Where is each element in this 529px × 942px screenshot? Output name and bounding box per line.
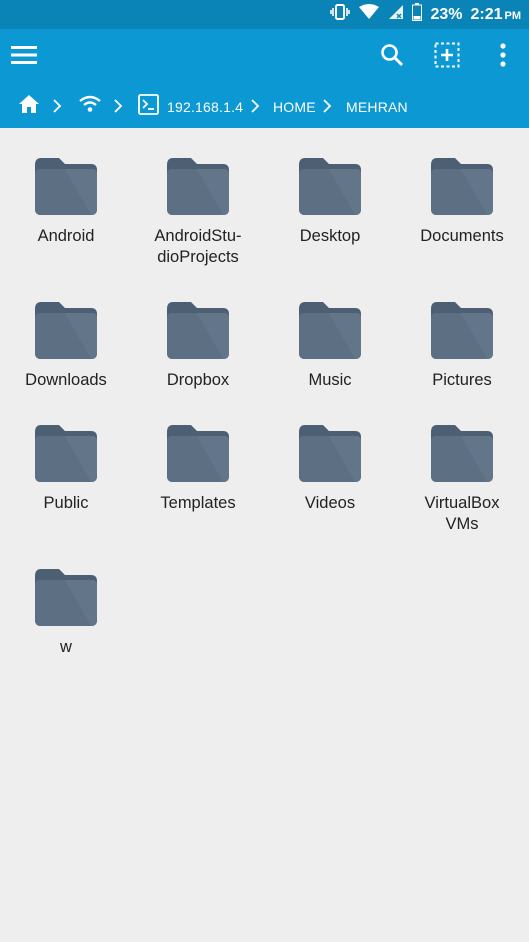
folder-icon xyxy=(35,569,97,626)
folder-name: w xyxy=(60,638,72,656)
battery-percent: 23% xyxy=(430,5,463,23)
more-vert-icon xyxy=(499,42,507,72)
breadcrumb-home[interactable] xyxy=(18,85,40,128)
folder-name: Downloads xyxy=(25,371,107,389)
folder-icon xyxy=(431,158,493,215)
folder-name: Desktop xyxy=(299,227,361,245)
folder-name: Videos xyxy=(304,494,356,512)
vibrate-icon xyxy=(330,4,351,25)
breadcrumb: 192.168.1.4 HOME MEHRAN xyxy=(0,85,529,128)
clock-ampm: PM xyxy=(504,9,522,22)
wifi-signal-icon xyxy=(358,4,380,25)
folder-icon xyxy=(431,425,493,482)
breadcrumb-home-label: HOME xyxy=(273,98,316,115)
battery-icon xyxy=(412,3,423,26)
breadcrumb-home-dir[interactable]: HOME xyxy=(273,85,316,128)
chevron-right-icon xyxy=(113,99,123,118)
clock-time: 2:21 xyxy=(470,5,503,23)
folder-name: Music xyxy=(308,371,352,389)
folder-name: Documents xyxy=(420,227,504,245)
hamburger-menu-icon xyxy=(11,45,37,70)
overflow-menu-button[interactable] xyxy=(479,29,527,85)
chevron-right-icon xyxy=(250,99,260,118)
app-bar xyxy=(0,29,529,85)
folder-name: VirtualBox VMs xyxy=(424,494,500,533)
folder-name: Dropbox xyxy=(166,371,230,389)
folder-icon xyxy=(35,158,97,215)
cell-signal-icon xyxy=(388,4,404,25)
folder-icon xyxy=(167,302,229,359)
terminal-icon xyxy=(138,93,159,120)
breadcrumb-user-label: MEHRAN xyxy=(346,98,408,115)
menu-button[interactable] xyxy=(0,29,48,85)
folder-icon xyxy=(167,425,229,482)
breadcrumb-host-label: 192.168.1.4 xyxy=(167,98,244,115)
select-all-button[interactable] xyxy=(423,29,471,85)
breadcrumb-network[interactable] xyxy=(78,85,102,128)
folder-icon xyxy=(167,158,229,215)
clock: 2:21 PM xyxy=(470,6,521,24)
breadcrumb-host[interactable]: 192.168.1.4 xyxy=(138,85,243,128)
folder-icon xyxy=(431,302,493,359)
chevron-right-icon xyxy=(322,99,332,118)
home-icon xyxy=(18,94,40,119)
folder-name: AndroidStu- dioProjects xyxy=(154,227,242,266)
select-all-icon xyxy=(434,42,460,73)
folder-icon xyxy=(299,425,361,482)
status-bar-right: 23% 2:21 PM xyxy=(330,0,521,29)
status-bar: 23% 2:21 PM xyxy=(0,0,529,29)
folder-icon xyxy=(299,302,361,359)
search-button[interactable] xyxy=(368,29,416,85)
folder-name: Public xyxy=(43,494,89,512)
folder-icon xyxy=(35,425,97,482)
folder-name: Templates xyxy=(160,494,236,512)
breadcrumb-user-dir[interactable]: MEHRAN xyxy=(346,85,408,128)
chevron-right-icon xyxy=(52,99,62,118)
folder-icon xyxy=(35,302,97,359)
folder-icon xyxy=(299,158,361,215)
wifi-icon xyxy=(78,95,102,118)
folder-name: Pictures xyxy=(432,371,492,389)
folder-name: Android xyxy=(37,227,95,245)
search-icon xyxy=(380,43,404,72)
